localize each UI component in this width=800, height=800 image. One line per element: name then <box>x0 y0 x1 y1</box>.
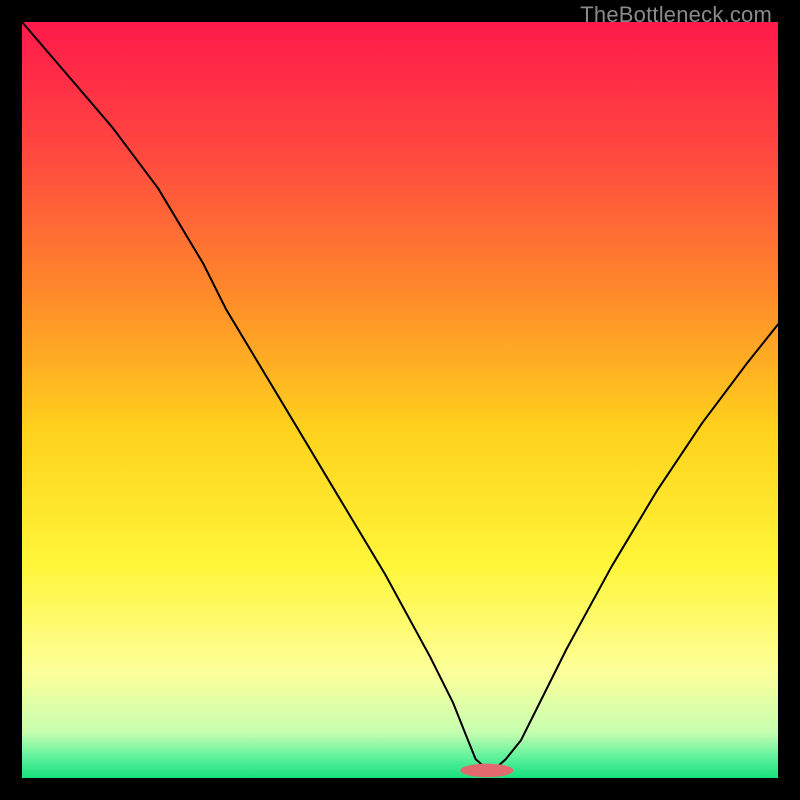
chart-plot-area <box>22 22 778 778</box>
min-region-pill <box>460 764 513 778</box>
watermark-text: TheBottleneck.com <box>580 2 772 28</box>
chart-svg <box>22 22 778 778</box>
gradient-background <box>22 22 778 778</box>
outer-black-frame: TheBottleneck.com <box>0 0 800 800</box>
